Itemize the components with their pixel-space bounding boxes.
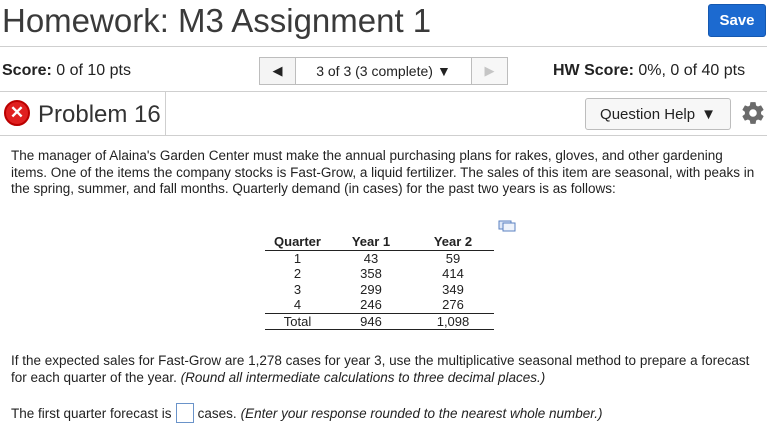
table-cell: 349 [442,281,464,297]
table-row: 1 43 59 [265,250,494,266]
hw-score-label: HW Score: [553,62,634,79]
score-label: Score: [2,62,52,79]
answer-suffix: cases. [197,405,237,421]
problem-title: Problem 16 [38,101,161,128]
answer-prefix: The first quarter forecast is [11,405,172,421]
problem-divider [165,92,166,136]
table-cell: 1 [293,250,302,266]
instruction-note: (Round all intermediate calculations to … [180,370,546,385]
table-cell: 2 [293,266,302,281]
table-cell: 1,098 [412,313,494,330]
table-cell: 246 [330,297,412,314]
question-select[interactable]: 3 of 3 (3 complete) ▼ [296,57,471,85]
table-cell: 59 [445,250,461,266]
problem-instruction: If the expected sales for Fast-Grow are … [11,352,756,386]
question-navigator: ◀ 3 of 3 (3 complete) ▼ ▶ [259,57,508,85]
title-bar: Homework: M3 Assignment 1 Save [0,0,767,44]
caret-down-icon: ▼ [701,105,716,123]
next-question-button[interactable]: ▶ [471,57,508,85]
table-cell: 276 [412,297,494,314]
triangle-right-icon: ▶ [484,63,495,78]
table-cell: 3 [293,281,302,297]
triangle-left-icon: ◀ [272,63,283,78]
answer-line: The first quarter forecast is cases. (En… [11,403,603,423]
table-row: 2 358 414 [265,266,494,282]
table-cell: 4 [265,297,330,314]
table-cell: Total [265,313,330,330]
x-circle-icon: ✕ [4,100,30,126]
gear-icon[interactable] [740,100,766,126]
column-header: Year 1 [330,234,412,251]
table-cell: 43 [363,250,379,266]
answer-note: (Enter your response rounded to the near… [240,405,603,421]
problem-intro: The manager of Alaina's Garden Center mu… [11,148,755,196]
column-header: Quarter [265,234,330,251]
caret-down-icon: ▼ [436,63,451,79]
hw-score-value: 0%, 0 of 40 pts [638,62,746,79]
question-help-label: Question Help [600,105,696,123]
hw-score: HW Score: 0%, 0 of 40 pts [553,62,745,80]
table-row: 3 299 349 [265,282,494,298]
table-cell: 414 [442,266,464,281]
table-cell: 358 [360,266,382,281]
copy-table-icon[interactable] [498,220,516,232]
table-cell: 946 [330,313,412,330]
table-cell: 299 [360,281,382,297]
table-header-row: Quarter Year 1 Year 2 [265,234,494,251]
table-row: 4 246 276 [265,297,494,314]
previous-question-button[interactable]: ◀ [259,57,296,85]
first-quarter-forecast-input[interactable] [175,403,194,423]
save-button[interactable]: Save [708,4,766,37]
table-total-row: Total 946 1,098 [265,313,494,330]
question-select-value: 3 of 3 (3 complete) [316,63,433,79]
question-help-button[interactable]: Question Help ▼ [585,98,731,130]
score-value: 0 of 10 pts [56,62,131,79]
column-header: Year 2 [412,234,494,251]
score-bar: Score: 0 of 10 pts ◀ 3 of 3 (3 complete)… [0,46,767,92]
page-title: Homework: M3 Assignment 1 [2,2,432,39]
score: Score: 0 of 10 pts [2,62,131,80]
demand-table: Quarter Year 1 Year 2 1 43 59 2 358 4 1 4 … [265,234,494,330]
